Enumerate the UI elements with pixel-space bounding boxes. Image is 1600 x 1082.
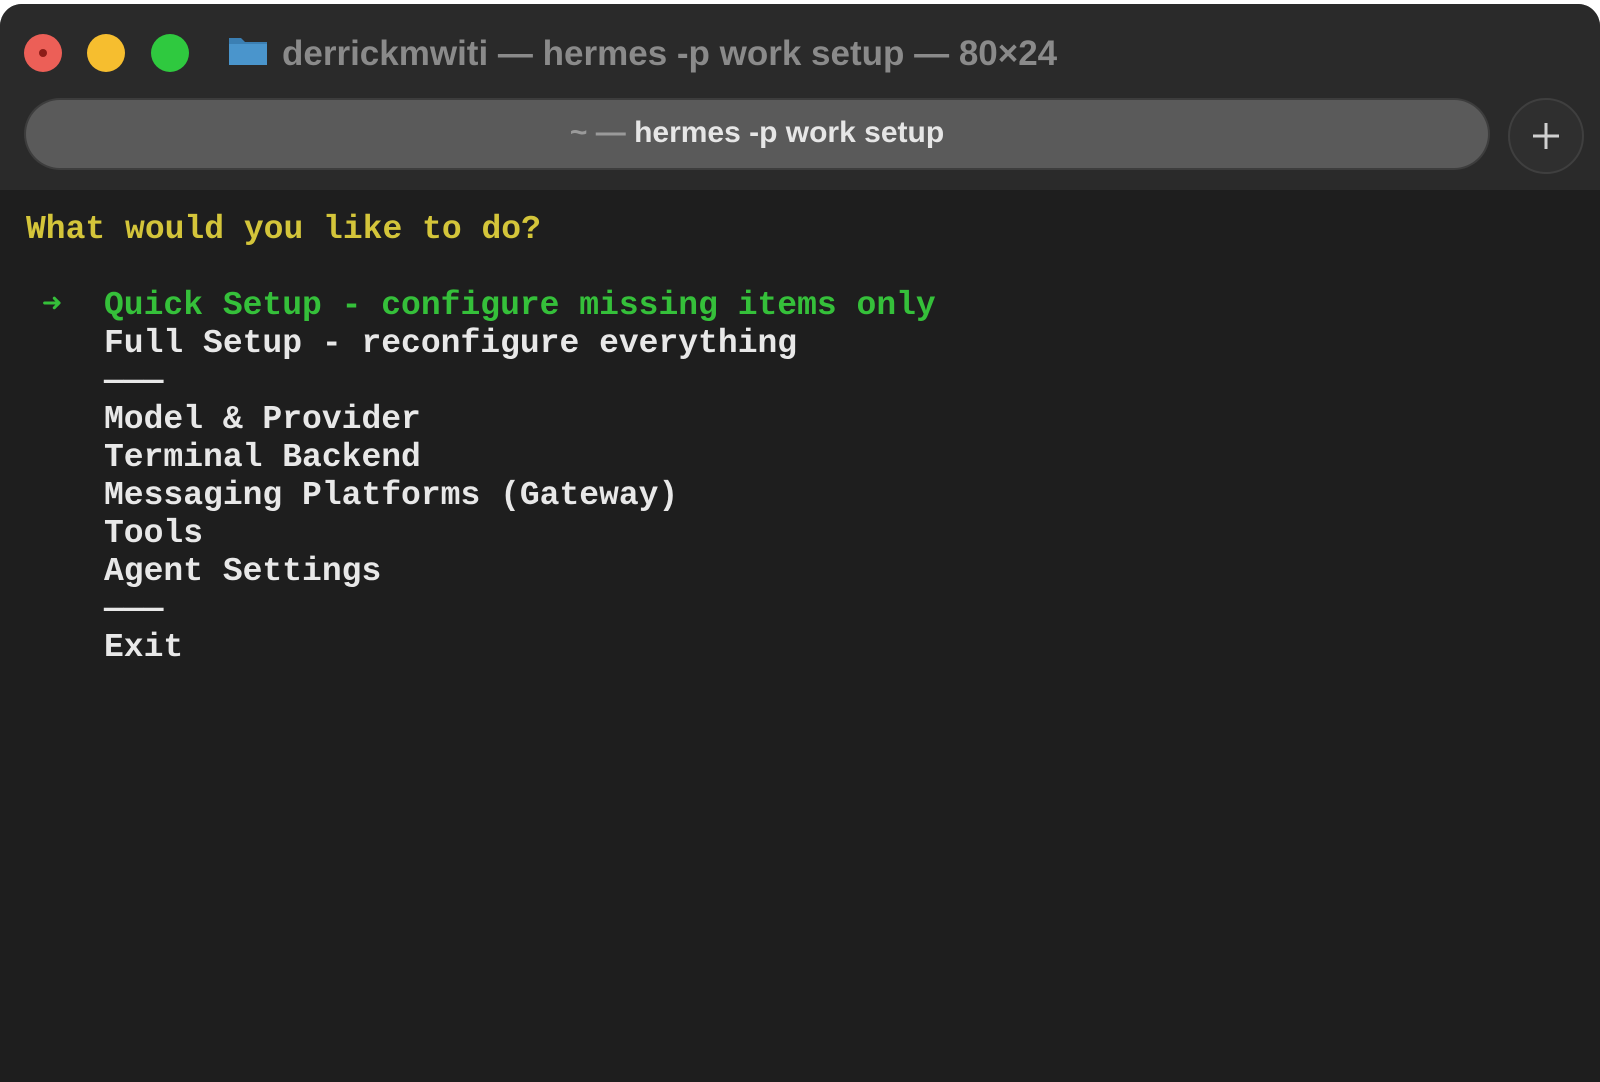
zoom-button[interactable] xyxy=(151,34,189,72)
folder-icon xyxy=(229,38,267,65)
menu-separator: ——— xyxy=(104,363,164,400)
menu-item-tools[interactable]: Tools xyxy=(104,514,203,554)
menu-item-quick-setup[interactable]: Quick Setup - configure missing items on… xyxy=(104,286,936,326)
window-title: derrickmwiti — hermes -p work setup — 80… xyxy=(282,34,1058,73)
tab-prefix: ~ — xyxy=(569,116,626,149)
menu-separator: ——— xyxy=(104,591,164,628)
terminal-content[interactable]: What would you like to do? ➜ Quick Setup… xyxy=(0,190,1600,1082)
plus-icon xyxy=(1533,123,1559,149)
menu-item-exit[interactable]: Exit xyxy=(104,628,183,668)
tab-label: ~ — hermes -p work setup xyxy=(570,113,944,153)
menu-item-messaging-platforms[interactable]: Messaging Platforms (Gateway) xyxy=(104,476,678,516)
menu-item-agent-settings[interactable]: Agent Settings xyxy=(104,552,381,592)
menu-item-model-provider[interactable]: Model & Provider xyxy=(104,400,421,440)
menu-item-terminal-backend[interactable]: Terminal Backend xyxy=(104,438,421,478)
prompt-question: What would you like to do? xyxy=(26,211,541,248)
terminal-window: derrickmwiti — hermes -p work setup — 80… xyxy=(0,4,1600,1082)
new-tab-button[interactable] xyxy=(1508,98,1584,174)
selection-arrow-icon: ➜ xyxy=(42,287,62,324)
title-bar: derrickmwiti — hermes -p work setup — 80… xyxy=(0,4,1600,190)
menu-item-full-setup[interactable]: Full Setup - reconfigure everything xyxy=(104,324,797,364)
minimize-button[interactable] xyxy=(87,34,125,72)
close-button[interactable] xyxy=(24,34,62,72)
tab-active[interactable]: ~ — hermes -p work setup xyxy=(26,100,1488,168)
tab-title: hermes -p work setup xyxy=(634,116,945,149)
